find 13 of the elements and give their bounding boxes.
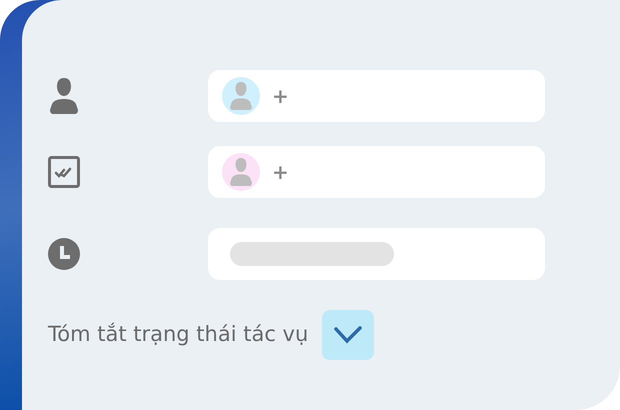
assignee-field[interactable]: + xyxy=(208,146,545,198)
add-button[interactable]: + xyxy=(272,162,289,182)
checklist-icon xyxy=(48,156,80,188)
person-silhouette-icon xyxy=(228,82,254,110)
checkbox[interactable] xyxy=(322,310,374,360)
clock-icon xyxy=(48,238,80,270)
person-icon xyxy=(48,78,80,114)
person-silhouette-icon xyxy=(228,158,254,186)
date-field[interactable] xyxy=(208,228,545,280)
checkmark-icon xyxy=(334,325,362,345)
add-button[interactable]: + xyxy=(272,86,289,106)
summary-label: Tóm tắt trạng thái tác vụ xyxy=(48,321,308,348)
assignee-field[interactable]: + xyxy=(208,70,545,122)
